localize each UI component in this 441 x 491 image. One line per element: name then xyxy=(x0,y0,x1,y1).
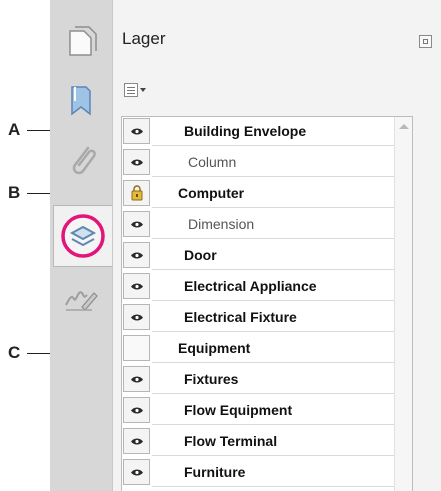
row-divider xyxy=(152,455,395,456)
eye-icon xyxy=(130,376,143,382)
bookmarks-button[interactable] xyxy=(53,70,109,130)
panel-options-button[interactable] xyxy=(419,35,432,48)
visibility-toggle[interactable] xyxy=(123,304,150,330)
row-divider xyxy=(152,393,395,394)
lock-icon xyxy=(131,185,142,201)
eye-icon xyxy=(130,438,143,444)
layer-name: Electrical Fixture xyxy=(184,309,297,325)
navigation-pane xyxy=(50,0,113,491)
layer-row[interactable]: Electrical Fixture xyxy=(122,303,412,332)
layers-panel: Lager Building Envelope Column Computer Dim… xyxy=(112,0,441,491)
eye-icon xyxy=(130,221,143,227)
callout-letter: C xyxy=(8,343,21,362)
row-divider xyxy=(152,362,395,363)
layer-name: Electrical Appliance xyxy=(184,278,317,294)
row-divider xyxy=(152,331,395,332)
visibility-toggle[interactable] xyxy=(123,211,150,237)
layer-row[interactable]: Door xyxy=(122,241,412,270)
row-divider xyxy=(152,424,395,425)
signatures-icon xyxy=(65,291,98,311)
row-divider xyxy=(152,207,395,208)
layer-name: Flow Terminal xyxy=(184,433,278,449)
visibility-toggle[interactable] xyxy=(123,366,150,392)
layers-button[interactable] xyxy=(53,205,112,267)
layer-row[interactable]: Fixtures xyxy=(122,365,412,394)
visibility-toggle[interactable] xyxy=(123,242,150,268)
visibility-toggle[interactable] xyxy=(123,397,150,423)
eye-icon xyxy=(130,469,143,475)
visibility-toggle[interactable] xyxy=(123,118,150,144)
visibility-toggle[interactable] xyxy=(123,149,150,175)
layer-name: Computer xyxy=(178,185,245,201)
layer-name: Building Envelope xyxy=(184,123,307,139)
layer-list: Building Envelope Column Computer Dimension… xyxy=(121,116,413,491)
panel-title: Lager xyxy=(122,29,166,48)
eye-icon xyxy=(130,159,143,165)
row-divider xyxy=(152,269,395,270)
layer-options-icon xyxy=(124,83,138,97)
layer-name: Column xyxy=(188,154,237,170)
attachments-button[interactable] xyxy=(53,131,109,191)
layer-options-menu[interactable] xyxy=(124,82,150,98)
visibility-toggle[interactable] xyxy=(123,180,150,206)
row-divider xyxy=(152,238,395,239)
pages-button[interactable] xyxy=(53,12,109,72)
visibility-toggle[interactable] xyxy=(123,335,150,361)
scrollbar[interactable] xyxy=(394,117,412,491)
layer-name: Flow Equipment xyxy=(184,402,293,418)
layer-row[interactable]: Equipment xyxy=(122,334,412,363)
layers-icon xyxy=(61,214,105,258)
row-divider xyxy=(152,300,395,301)
layer-row[interactable]: Building Envelope xyxy=(122,117,412,146)
layer-row[interactable]: Furniture xyxy=(122,458,412,487)
row-divider xyxy=(152,145,395,146)
eye-icon xyxy=(130,407,143,413)
layer-row[interactable]: Flow Equipment xyxy=(122,396,412,425)
layer-row[interactable]: Dimension xyxy=(122,210,412,239)
layer-row[interactable]: Computer xyxy=(122,179,412,208)
signatures-button[interactable] xyxy=(53,268,109,328)
bookmarks-icon xyxy=(71,86,91,116)
eye-icon xyxy=(130,314,143,320)
visibility-toggle[interactable] xyxy=(123,273,150,299)
callout-letter: A xyxy=(8,120,21,139)
layer-row[interactable]: Electrical Appliance xyxy=(122,272,412,301)
eye-icon xyxy=(130,252,143,258)
layer-name: Equipment xyxy=(178,340,251,356)
layer-row[interactable]: Column xyxy=(122,148,412,177)
attachments-icon xyxy=(72,146,96,175)
dropdown-arrow-icon xyxy=(140,88,146,92)
layer-row[interactable]: Flow Terminal xyxy=(122,427,412,456)
row-divider xyxy=(152,176,395,177)
visibility-toggle[interactable] xyxy=(123,459,150,485)
eye-icon xyxy=(130,128,143,134)
pages-icon xyxy=(69,26,97,56)
callout-letter: B xyxy=(8,183,21,202)
layer-name: Fixtures xyxy=(184,371,239,387)
row-divider xyxy=(152,486,395,487)
layer-name: Furniture xyxy=(184,464,246,480)
eye-icon xyxy=(130,283,143,289)
layer-name: Door xyxy=(184,247,217,263)
layer-name: Dimension xyxy=(188,216,255,232)
scroll-up-arrow-icon[interactable] xyxy=(399,124,409,129)
visibility-toggle[interactable] xyxy=(123,428,150,454)
